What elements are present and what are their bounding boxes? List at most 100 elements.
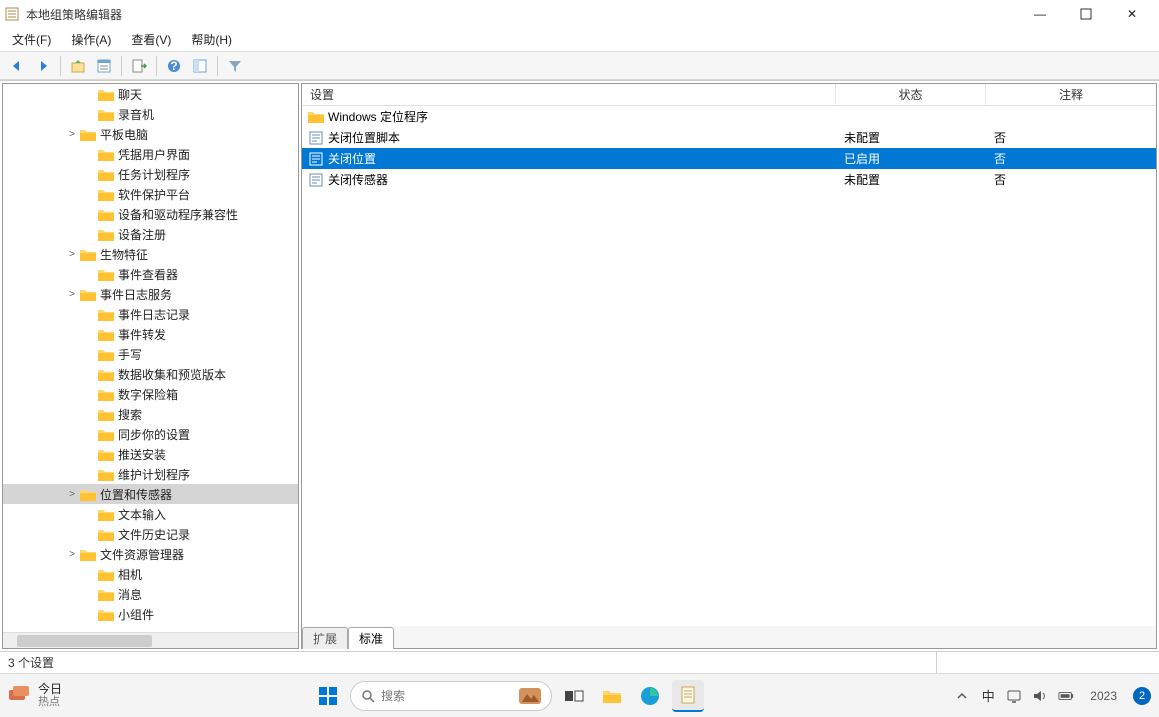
help-button[interactable]: ? [163, 55, 185, 77]
edge-button[interactable] [634, 680, 666, 712]
detail-row-label: 关闭传感器 [328, 171, 388, 188]
close-button[interactable]: ✕ [1109, 0, 1155, 28]
folder-icon [98, 308, 114, 321]
detail-row-label: 关闭位置 [328, 150, 376, 167]
tree-item[interactable]: > 生物特征 [3, 244, 298, 264]
tree-item[interactable]: >位置和传感器 [3, 484, 298, 504]
detail-row[interactable]: 关闭传感器未配置否 [302, 169, 1156, 190]
column-setting[interactable]: 设置 [302, 84, 836, 105]
toolbar: ? [0, 52, 1159, 80]
gpedit-taskbar-button[interactable] [672, 680, 704, 712]
back-button[interactable] [6, 55, 28, 77]
tree-item-label: 小组件 [118, 606, 154, 623]
folder-icon [98, 228, 114, 241]
folder-icon [98, 148, 114, 161]
tree-item-label: 软件保护平台 [118, 186, 190, 203]
tree-item-label: 任务计划程序 [118, 166, 190, 183]
weather-widget[interactable]: 今日 热点 [38, 683, 62, 708]
taskbar-search[interactable]: 搜索 [350, 681, 552, 711]
weather-line2: 热点 [38, 696, 62, 708]
folder-icon [98, 588, 114, 601]
tree-item[interactable]: 凭据用户界面 [3, 144, 298, 164]
tree-item[interactable]: 数据收集和预览版本 [3, 364, 298, 384]
expander-icon[interactable]: > [65, 547, 79, 561]
notification-badge[interactable]: 2 [1133, 687, 1151, 705]
tree-item-label: 生物特征 [100, 246, 148, 263]
tree-item[interactable]: >事件日志服务 [3, 284, 298, 304]
forward-button[interactable] [32, 55, 54, 77]
column-comment[interactable]: 注释 [986, 84, 1156, 105]
start-button[interactable] [312, 680, 344, 712]
window-title: 本地组策略编辑器 [26, 6, 1017, 23]
taskbar-center: 搜索 [62, 680, 954, 712]
up-button[interactable] [67, 55, 89, 77]
tree-item[interactable]: 推送安装 [3, 444, 298, 464]
tree-item[interactable]: 文本输入 [3, 504, 298, 524]
tree-item[interactable]: 小组件 [3, 604, 298, 624]
taskview-button[interactable] [558, 680, 590, 712]
tree-item[interactable]: 设备和驱动程序兼容性 [3, 204, 298, 224]
folder-icon [80, 288, 96, 301]
export-button[interactable] [128, 55, 150, 77]
tree-item[interactable]: 事件日志记录 [3, 304, 298, 324]
tree-item[interactable]: 聊天 [3, 84, 298, 104]
tree-scroll[interactable]: 聊天录音机>平板电脑凭据用户界面任务计划程序软件保护平台设备和驱动程序兼容性设备… [3, 84, 298, 632]
properties-button[interactable] [93, 55, 115, 77]
tree-item[interactable]: >平板电脑 [3, 124, 298, 144]
ime-indicator[interactable]: 中 [980, 688, 996, 704]
tree-item[interactable]: 搜索 [3, 404, 298, 424]
column-state[interactable]: 状态 [836, 84, 986, 105]
network-icon[interactable] [1006, 688, 1022, 704]
folder-icon [308, 109, 324, 125]
maximize-button[interactable] [1063, 0, 1109, 28]
weather-icon[interactable] [8, 685, 30, 706]
detail-row[interactable]: 关闭位置脚本未配置否 [302, 127, 1156, 148]
tree-item-label: 录音机 [118, 106, 154, 123]
expander-icon[interactable]: > [65, 247, 79, 261]
menu-action[interactable]: 操作(A) [67, 29, 115, 50]
maximize-icon [1080, 8, 1092, 20]
tree-item[interactable]: 文件历史记录 [3, 524, 298, 544]
search-placeholder: 搜索 [381, 687, 405, 704]
expander-icon[interactable]: > [65, 127, 79, 141]
tree-item[interactable]: 同步你的设置 [3, 424, 298, 444]
tree-item[interactable]: 手写 [3, 344, 298, 364]
details-button[interactable] [189, 55, 211, 77]
battery-icon[interactable] [1058, 688, 1074, 704]
tree-item[interactable]: 消息 [3, 584, 298, 604]
detail-row[interactable]: Windows 定位程序 [302, 106, 1156, 127]
tree-item[interactable]: >文件资源管理器 [3, 544, 298, 564]
tree-panel: 聊天录音机>平板电脑凭据用户界面任务计划程序软件保护平台设备和驱动程序兼容性设备… [2, 83, 299, 649]
folder-icon [98, 528, 114, 541]
tree-item[interactable]: 任务计划程序 [3, 164, 298, 184]
expander-icon[interactable]: > [65, 487, 79, 501]
detail-row-state: 已启用 [836, 150, 986, 167]
tree-item[interactable]: 维护计划程序 [3, 464, 298, 484]
detail-columns: 设置 状态 注释 [302, 84, 1156, 106]
tree-item[interactable]: 相机 [3, 564, 298, 584]
tree-horizontal-scrollbar[interactable] [3, 632, 298, 648]
clock-year[interactable]: 2023 [1090, 689, 1117, 703]
tree-item[interactable]: 录音机 [3, 104, 298, 124]
detail-row[interactable]: 关闭位置已启用否 [302, 148, 1156, 169]
folder-icon [98, 428, 114, 441]
menu-file[interactable]: 文件(F) [8, 29, 55, 50]
tree-item[interactable]: 事件查看器 [3, 264, 298, 284]
detail-row-state: 未配置 [836, 171, 986, 188]
expander-icon[interactable]: > [65, 287, 79, 301]
tree-item-label: 凭据用户界面 [118, 146, 190, 163]
tab-extended[interactable]: 扩展 [302, 627, 348, 649]
explorer-button[interactable] [596, 680, 628, 712]
minimize-button[interactable]: — [1017, 0, 1063, 28]
tree-item[interactable]: 事件转发 [3, 324, 298, 344]
filter-button[interactable] [224, 55, 246, 77]
menu-view[interactable]: 查看(V) [127, 29, 175, 50]
tree-item[interactable]: 软件保护平台 [3, 184, 298, 204]
tree-item[interactable]: 数字保险箱 [3, 384, 298, 404]
detail-row-label: 关闭位置脚本 [328, 129, 400, 146]
tray-overflow[interactable] [954, 688, 970, 704]
tree-item[interactable]: 设备注册 [3, 224, 298, 244]
tab-standard[interactable]: 标准 [348, 627, 394, 649]
menu-help[interactable]: 帮助(H) [187, 29, 236, 50]
volume-icon[interactable] [1032, 688, 1048, 704]
